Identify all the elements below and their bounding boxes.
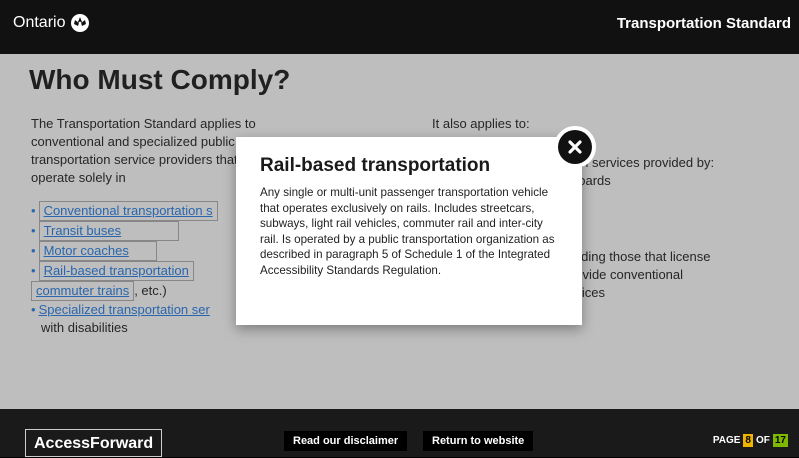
course-title: Transportation Standard [616, 15, 791, 32]
return-to-website-button[interactable]: Return to website [423, 431, 534, 451]
page-of-label: OF [755, 435, 770, 446]
total-pages: 17 [772, 434, 788, 447]
trillium-icon [71, 14, 90, 32]
ontario-wordmark: Ontario [13, 14, 66, 31]
ontario-logo: Ontario [13, 14, 90, 32]
dialog-body: Any single or multi-unit passenger trans… [260, 186, 555, 277]
page-label: PAGE [712, 435, 741, 446]
dialog-title: Rail-based transportation [260, 155, 491, 176]
disclaimer-button[interactable]: Read our disclaimer [284, 431, 408, 451]
footer-bar: AccessForward Read our disclaimer Return… [0, 409, 799, 457]
close-icon [558, 130, 592, 164]
current-page: 8 [743, 434, 753, 447]
definition-dialog: Rail-based transportation Any single or … [236, 137, 582, 325]
close-button[interactable] [554, 126, 596, 168]
accessforward-logo: AccessForward [25, 429, 163, 457]
top-bar: Ontario Transportation Standard [0, 0, 799, 54]
page-indicator: PAGE 8 OF 17 [713, 434, 788, 447]
